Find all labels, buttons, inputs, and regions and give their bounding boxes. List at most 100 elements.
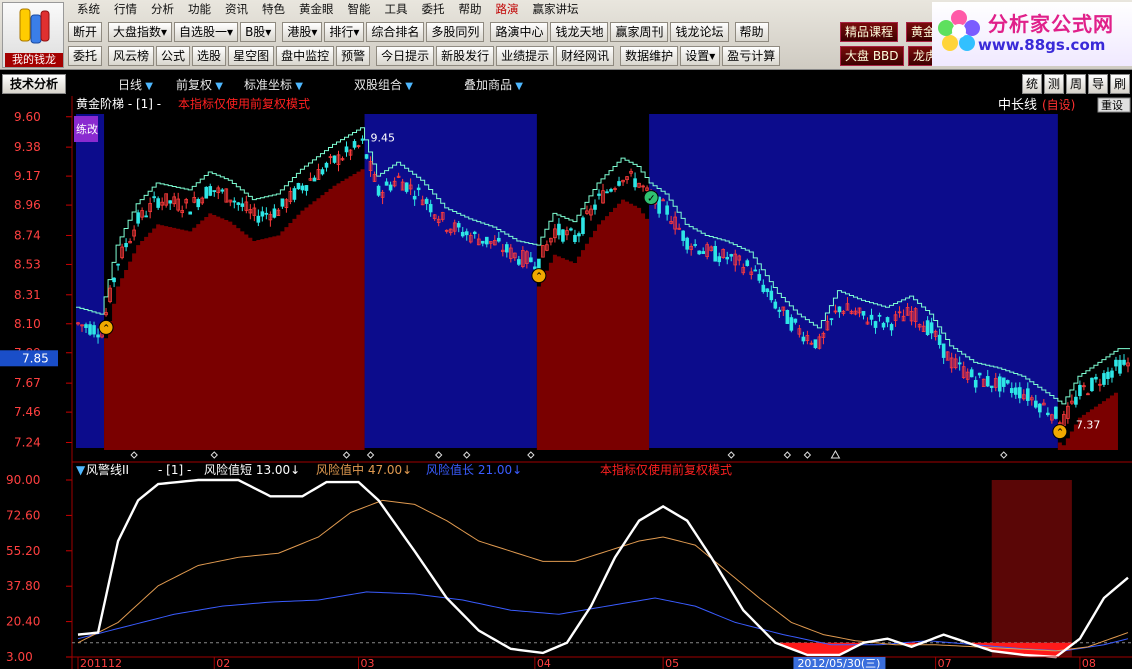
- chevron-down-icon: ▼: [212, 81, 223, 92]
- candle-body: [757, 274, 762, 281]
- lower-title-arrow: ▼: [76, 463, 86, 477]
- candle-body: [84, 324, 88, 328]
- row2-button-5[interactable]: 盘中监控: [276, 46, 335, 66]
- measure-button[interactable]: 测: [1044, 74, 1064, 94]
- tab-technical-analysis[interactable]: 技术分析: [2, 74, 66, 94]
- candle-body: [609, 189, 613, 192]
- candle-body: [232, 200, 237, 203]
- row1-button-2[interactable]: 自选股一▾: [174, 22, 239, 42]
- blue-zone-2: [649, 114, 1058, 448]
- row1-button-12[interactable]: 帮助: [734, 22, 769, 42]
- risk-y-tick-label: 72.60: [6, 508, 40, 522]
- candle-body: [464, 231, 469, 236]
- strategy-label: 中长线: [998, 98, 1037, 113]
- menu-item-1[interactable]: 行情: [107, 1, 144, 17]
- candle-body: [304, 185, 309, 191]
- candle-body: [937, 334, 942, 345]
- menu-item-0[interactable]: 系统: [70, 1, 107, 17]
- candle-body: [717, 256, 722, 263]
- row2-button-12[interactable]: 设置▾: [680, 46, 721, 66]
- row1-button-4[interactable]: 港股▾: [282, 22, 323, 42]
- row2-button-13[interactable]: 盈亏计算: [722, 46, 781, 66]
- overlay-selector[interactable]: 叠加商品 ▼: [464, 76, 523, 93]
- y-tick-label: 7.46: [14, 405, 41, 419]
- row1-button-3[interactable]: B股▾: [240, 22, 277, 42]
- menu-item-2[interactable]: 分析: [144, 1, 181, 17]
- row1-button-0[interactable]: 断开: [68, 22, 103, 42]
- menu-item-5[interactable]: 特色: [255, 1, 292, 17]
- upper-title: 黄金阶梯 - [1] -: [76, 96, 161, 111]
- row1-button-6[interactable]: 综合排名: [366, 22, 425, 42]
- row2-button-9[interactable]: 业绩提示: [496, 46, 555, 66]
- menu-item-11[interactable]: 路演: [489, 1, 526, 17]
- row1-button-5[interactable]: 排行▾: [324, 22, 365, 42]
- row1-button-9[interactable]: 钱龙天地: [550, 22, 609, 42]
- row2-button-11[interactable]: 数据维护: [620, 46, 679, 66]
- row2-button-2[interactable]: 公式: [156, 46, 191, 66]
- candle-body: [1046, 412, 1050, 416]
- menu-item-8[interactable]: 工具: [378, 1, 415, 17]
- stock-chart[interactable]: 黄金阶梯 - [1] - 本指标仅使用前复权模式 中长线 (自设) 重设 9.60 9.38…: [0, 96, 1132, 669]
- row2-button-6[interactable]: 预警: [336, 46, 371, 66]
- axis-label: 标准坐标: [244, 78, 293, 92]
- strategy-sub-label: (自设): [1042, 98, 1075, 112]
- menu-item-9[interactable]: 委托: [415, 1, 452, 17]
- y-tick-label: 9.38: [14, 140, 41, 154]
- row1-button-10[interactable]: 赢家周刊: [610, 22, 669, 42]
- app-logo[interactable]: 我的钱龙: [2, 2, 64, 68]
- y-tick-label: 7.24: [14, 435, 41, 449]
- row2-button-8[interactable]: 新股发行: [436, 46, 495, 66]
- row2-button-1[interactable]: 风云榜: [108, 46, 155, 66]
- bbd-button[interactable]: 大盘 BBD: [840, 46, 904, 66]
- candle-body: [296, 182, 301, 190]
- row2-button-0[interactable]: 委托: [68, 46, 103, 66]
- row2-button-4[interactable]: 星空图: [228, 46, 275, 66]
- cursor-date-label: 2012/05/30(三): [797, 657, 880, 669]
- period-selector[interactable]: 日线 ▼: [118, 76, 153, 93]
- refresh-button[interactable]: 刷: [1110, 74, 1130, 94]
- adjust-selector[interactable]: 前复权 ▼: [176, 76, 223, 93]
- candle-body: [725, 256, 730, 260]
- row2-button-10[interactable]: 财经网讯: [556, 46, 615, 66]
- menu-item-3[interactable]: 功能: [181, 1, 218, 17]
- buy-signal-glyph: ⌃: [535, 272, 543, 283]
- dual-stock-selector[interactable]: 双股组合 ▼: [354, 76, 413, 93]
- candle-body: [144, 215, 148, 218]
- candle-body: [272, 208, 277, 218]
- cycle-button[interactable]: 周: [1066, 74, 1086, 94]
- candle-body: [428, 204, 433, 213]
- stats-button[interactable]: 统: [1022, 74, 1042, 94]
- menu-item-6[interactable]: 黄金眼: [292, 1, 341, 17]
- row1-button-8[interactable]: 路演中心: [490, 22, 549, 42]
- export-button[interactable]: 导: [1088, 74, 1108, 94]
- candle-body: [416, 187, 421, 191]
- y-tick-label: 9.17: [14, 169, 41, 183]
- overlay-label: 叠加商品: [464, 78, 513, 92]
- candle-body: [793, 318, 798, 323]
- candle-body: [729, 254, 734, 257]
- axis-selector[interactable]: 标准坐标 ▼: [244, 76, 303, 93]
- menu-item-7[interactable]: 智能: [341, 1, 378, 17]
- chevron-down-icon: ▼: [292, 81, 303, 92]
- candle-body: [472, 231, 477, 235]
- candle-body: [404, 182, 409, 192]
- lower-y-axis-bg: [0, 462, 72, 662]
- qianlong-logo-icon: [19, 8, 50, 44]
- row2-button-7[interactable]: 今日提示: [376, 46, 435, 66]
- row1-button-7[interactable]: 多股同列: [426, 22, 485, 42]
- premium-buttons: 精品课程 黄金 大盘 BBD 龙虎: [838, 20, 943, 70]
- row1-button-1[interactable]: 大盘指数▾: [108, 22, 173, 42]
- candle-body: [765, 288, 770, 293]
- candle-body: [633, 178, 637, 188]
- row1-button-11[interactable]: 钱龙论坛: [670, 22, 729, 42]
- menu-item-12[interactable]: 赢家讲坛: [526, 1, 586, 17]
- menu-item-10[interactable]: 帮助: [452, 1, 489, 17]
- premium-course-button[interactable]: 精品课程: [840, 22, 899, 42]
- brand-url[interactable]: www.88gs.com: [978, 36, 1105, 54]
- y-tick-label: 9.60: [14, 110, 41, 124]
- top-toolbar: 我的钱龙 系统 行情 分析 功能 资讯 特色 黄金眼 智能 工具 委托 帮助 路演 赢家讲坛 断开 大盘指…: [0, 0, 1132, 70]
- candle-body: [1026, 388, 1030, 401]
- menu-item-4[interactable]: 资讯: [218, 1, 255, 17]
- candle-body: [352, 141, 357, 148]
- row2-button-3[interactable]: 选股: [192, 46, 227, 66]
